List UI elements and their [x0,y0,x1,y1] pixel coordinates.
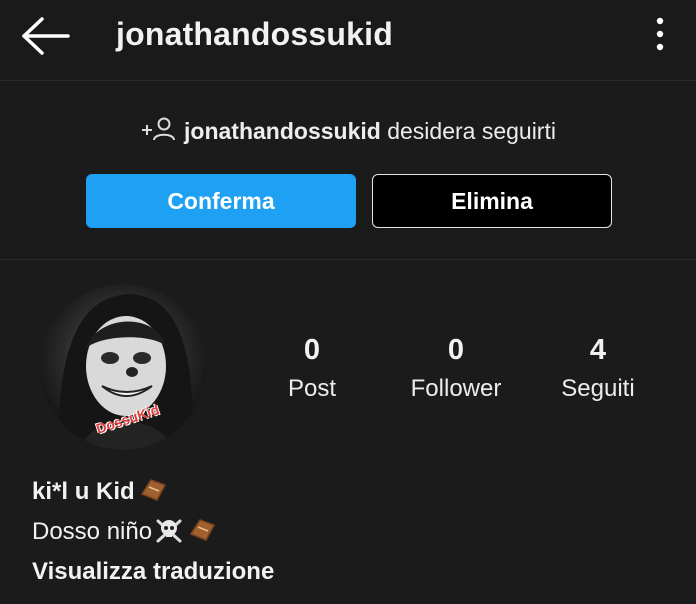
stat-followers-label: Follower [410,375,502,402]
back-button[interactable] [20,16,72,56]
request-message: desidera seguirti [387,118,556,144]
section-divider [0,259,696,260]
stat-following[interactable]: 4 Seguiti [528,334,668,403]
more-options-button[interactable] [650,16,670,52]
arrow-left-icon [22,17,70,55]
profile-bio-line: Dosso niño [32,518,153,545]
confirm-button[interactable]: Conferma [86,174,356,228]
add-person-icon [140,116,178,148]
request-username[interactable]: jonathandossukid [184,118,381,144]
stat-posts-count: 0 [303,334,321,366]
skull-crossbones-emoji [154,517,184,554]
header-divider [0,80,696,81]
avatar[interactable]: DossuKid [40,284,206,450]
profile-name: ki*l u Kid [32,478,135,505]
stat-posts-label: Post [287,375,337,402]
more-vertical-icon [656,17,664,51]
profile-bio: ki*l u Kid Dosso niño Visualizza traduzi… [32,474,274,590]
stat-followers-count: 0 [447,334,465,366]
page-title: jonathandossukid [116,16,393,52]
coffin-emoji [186,517,216,554]
follow-request-text: jonathandossukid desidera seguirti [0,116,696,148]
stat-following-count: 4 [589,334,607,366]
coffin-emoji [137,477,167,514]
top-bar: jonathandossukid [0,0,696,78]
stat-following-label: Seguiti [561,375,635,402]
see-translation-link[interactable]: Visualizza traduzione [32,554,274,590]
stat-posts[interactable]: 0 Post [242,334,382,403]
delete-button[interactable]: Elimina [372,174,612,228]
stat-followers[interactable]: 0 Follower [386,334,526,403]
